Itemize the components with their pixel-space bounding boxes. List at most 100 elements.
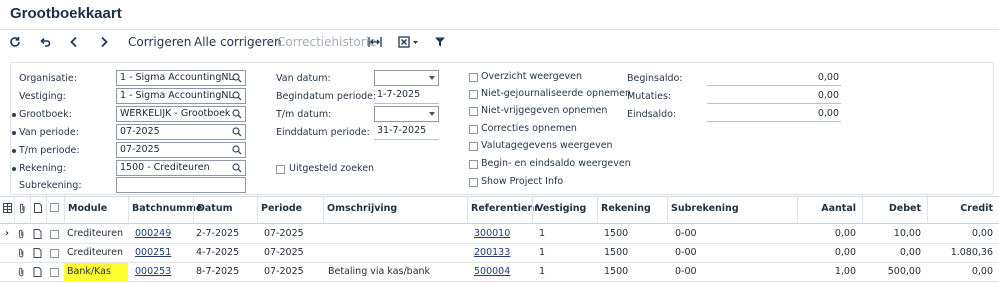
uitgesteld-checkbox[interactable] [276, 165, 285, 174]
cell-module: Bank/Kas [64, 263, 128, 282]
cell-datum: 4-7-2025 [196, 247, 240, 258]
excel-export-icon[interactable] [397, 33, 421, 51]
header-module[interactable]: Module [64, 197, 128, 224]
row-pointer-icon: › [5, 228, 9, 239]
header-periode[interactable]: Periode [257, 197, 323, 224]
begindatum-value: 1-7-2025 [374, 88, 439, 104]
column-settings-icon[interactable] [0, 197, 14, 224]
cell-referentie-link[interactable]: 200133 [471, 244, 532, 263]
cell-credit: 0,00 [971, 228, 993, 239]
chevron-down-icon[interactable] [429, 112, 435, 116]
cell-aantal: 0,00 [834, 247, 856, 258]
toolbar: Corrigeren Alle corrigeren Correctiehist… [0, 31, 999, 55]
cell-periode: 07-2025 [264, 228, 304, 239]
beginsaldo-value: 0,00 [707, 71, 841, 86]
cell-module: Crediteuren [67, 228, 123, 239]
filter-icon[interactable] [431, 33, 449, 51]
refresh-icon[interactable] [6, 33, 24, 51]
attachment-icon[interactable] [17, 248, 26, 258]
checkbox-label: Correcties opnemen [481, 123, 577, 134]
search-icon[interactable] [231, 72, 243, 84]
van-datum-label: Van datum: [276, 73, 331, 84]
tm-datum-label: T/m datum: [276, 109, 332, 120]
header-aantal[interactable]: Aantal [797, 197, 862, 224]
header-rekening[interactable]: Rekening [597, 197, 667, 224]
cell-rekening: 1500 [604, 266, 629, 277]
row-checkbox[interactable] [50, 230, 59, 239]
tm-datum-field[interactable] [374, 106, 439, 122]
search-icon[interactable] [231, 108, 243, 120]
alle-corrigeren-button[interactable]: Alle corrigeren [194, 35, 282, 49]
grootboek-field[interactable]: WERKELIJK - Grootboek [116, 106, 246, 122]
van-datum-field[interactable] [374, 70, 439, 86]
cell-batch-link[interactable]: 000253 [132, 263, 193, 282]
select-all-checkbox[interactable] [46, 197, 64, 224]
checkbox-label: Overzicht weergeven [481, 71, 583, 82]
organisatie-field[interactable]: 1 - Sigma AccountingNL [116, 70, 246, 86]
note-icon[interactable] [33, 267, 42, 277]
begindatum-label: Begindatum periode: [276, 91, 377, 102]
checkbox-valutagegevens[interactable] [469, 142, 478, 151]
cell-vestiging: 1 [539, 228, 546, 239]
header-datum[interactable]: Datum [193, 197, 257, 224]
eindsaldo-value: 0,00 [707, 107, 841, 122]
einddatum-value: 31-7-2025 [374, 124, 439, 140]
van-periode-field[interactable]: 07-2025 [116, 124, 246, 140]
search-icon[interactable] [231, 126, 243, 138]
attachment-icon[interactable] [17, 229, 26, 239]
tm-periode-value: 07-2025 [120, 144, 160, 155]
correctiehistorie-button[interactable]: Correctiehistorie [277, 35, 376, 49]
cell-batch-link[interactable]: 000249 [132, 225, 193, 244]
checkbox-project-info[interactable] [469, 178, 478, 187]
note-icon[interactable] [33, 229, 42, 239]
cell-vestiging: 1 [539, 266, 546, 277]
cell-batch-link[interactable]: 000251 [132, 244, 193, 263]
checkbox-niet-gejournaliseerd[interactable] [469, 90, 478, 99]
header-credit[interactable]: Credit [927, 197, 999, 224]
table-row[interactable]: Bank/Kas 000253 8-7-2025 07-2025 Betalin… [0, 263, 999, 282]
checkbox-niet-vrijgegeven[interactable] [469, 107, 478, 116]
chevron-left-icon[interactable] [65, 33, 83, 51]
rekening-field[interactable]: 1500 - Crediteuren [116, 160, 246, 176]
vestiging-value: 1 - Sigma AccountingNL [120, 90, 234, 101]
organisatie-value: 1 - Sigma AccountingNL [120, 72, 234, 83]
vestiging-field[interactable]: 1 - Sigma AccountingNL [116, 88, 246, 104]
header-subrekening[interactable]: Subrekening [667, 197, 797, 224]
chevron-down-icon[interactable] [429, 76, 435, 80]
header-debet[interactable]: Debet [862, 197, 927, 224]
page-title: Grootboekkaart [10, 5, 122, 22]
fit-columns-icon[interactable] [366, 33, 384, 51]
tm-periode-field[interactable]: 07-2025 [116, 142, 246, 158]
subrekening-field[interactable] [116, 177, 246, 193]
header-batch[interactable]: Batchnumme [128, 197, 202, 224]
checkbox-correcties[interactable] [469, 125, 478, 134]
row-checkbox[interactable] [50, 249, 59, 258]
cell-aantal: 0,00 [834, 228, 856, 239]
attachment-icon[interactable] [17, 267, 26, 277]
grootboek-label: Grootboek: [12, 109, 72, 120]
row-checkbox[interactable] [50, 268, 59, 277]
search-icon[interactable] [231, 90, 243, 102]
chevron-right-icon[interactable] [95, 33, 113, 51]
cell-referentie-link[interactable]: 300010 [471, 225, 532, 244]
table-row[interactable]: › Crediteuren 000249 2-7-2025 07-2025 30… [0, 225, 999, 244]
tm-periode-label: T/m periode: [12, 145, 80, 156]
note-icon[interactable] [33, 248, 42, 258]
cell-referentie-link[interactable]: 500004 [471, 263, 532, 282]
undo-icon[interactable] [36, 33, 54, 51]
search-icon[interactable] [231, 162, 243, 174]
header-omschrijving[interactable]: Omschrijving [323, 197, 467, 224]
filter-panel: Organisatie: 1 - Sigma AccountingNL Vest… [10, 62, 994, 195]
corrigeren-button[interactable]: Corrigeren [128, 35, 191, 49]
cell-omschrijving [325, 244, 467, 263]
checkbox-begin-eindsaldo[interactable] [469, 160, 478, 169]
checkbox-overzicht[interactable] [469, 73, 478, 82]
cell-aantal: 1,00 [834, 266, 856, 277]
search-icon[interactable] [231, 144, 243, 156]
einddatum-label: Einddatum periode: [276, 127, 370, 138]
eindsaldo-label: Eindsaldo: [627, 109, 677, 120]
header-referentie[interactable]: Referentienr. [467, 197, 541, 224]
results-grid: Module Batchnumme Datum Periode Omschrij… [0, 196, 999, 284]
table-row[interactable]: Crediteuren 000251 4-7-2025 07-2025 2001… [0, 244, 999, 263]
header-vestiging[interactable]: Vestiging [532, 197, 597, 224]
